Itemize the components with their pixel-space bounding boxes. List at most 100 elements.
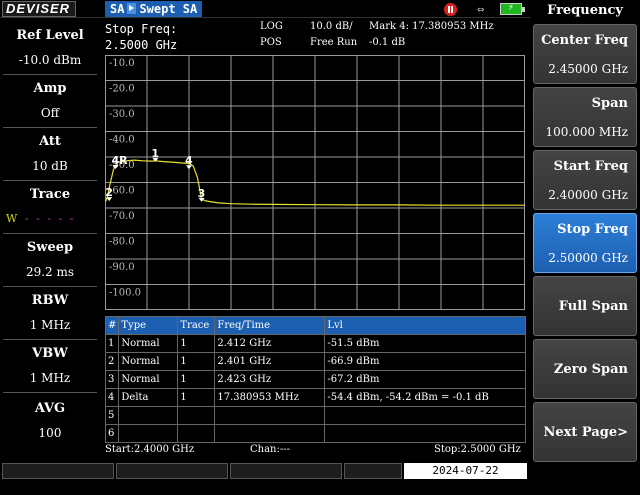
zero-span-button[interactable]: Zero Span [533,339,637,399]
marker-cell: 2 [104,352,120,371]
y-tick-label: -100.0 [109,288,141,299]
span-button[interactable]: Span 100.000 MHz [533,87,637,147]
stop-freq-button[interactable]: Stop Freq 2.50000 GHz [533,213,637,273]
divider [3,180,97,181]
marker-cell [324,406,526,425]
softkey-label: Full Span [558,299,628,314]
ref-level-label: Ref Level [16,28,84,43]
sweep-value: 29.2 ms [25,265,75,279]
charging-bolt-icon: ⚡ [508,2,515,13]
divider [3,127,97,128]
marker-row[interactable]: 2 Normal 1 2.401 GHz -66.9 dBm [104,352,526,371]
marker-cell [214,406,326,425]
amp-value: Off [40,106,60,120]
marker-cell: Normal [118,370,179,389]
marker-row[interactable]: 3 Normal 1 2.423 GHz -67.2 dBm [104,370,526,389]
marker-row[interactable]: 4 Delta 1 17.380953 MHz -54.4 dBm, -54.2 dBm… [104,388,526,407]
col-header: # [104,316,120,335]
full-span-button[interactable]: Full Span [533,276,637,336]
col-header: Type [118,316,179,335]
marker-4R-label: 4R [112,154,129,167]
marker-cell [177,406,216,425]
col-header: Freq/Time [214,316,326,335]
marker-cell: 1 [177,370,216,389]
marker-table-header: # Type Trace Freq/Time Lvl [104,316,526,335]
marker-table: # Type Trace Freq/Time Lvl 1 Normal 1 2.412… [104,316,526,443]
sweep-label: Sweep [26,240,74,255]
trace-label: Trace [29,187,71,202]
divider [3,392,97,393]
marker-cell [118,406,179,425]
channel: Chan:--- [250,444,290,455]
softkey-value: 100.000 MHz [545,125,628,139]
trace-readout[interactable]: Trace W - - - - - [0,187,100,225]
start-frequency: Start:2.4000 GHz [105,444,195,455]
active-parameter: Stop Freq: 2.5000 GHz [105,21,177,53]
divider [3,339,97,340]
chevron-right-icon [127,3,137,14]
softkey-label: Next Page> [543,425,628,440]
pause-icon[interactable] [444,3,457,16]
att-label: Att [39,134,61,149]
softkey-value: 2.45000 GHz [548,62,628,76]
divider [3,286,97,287]
marker-cell: -54.4 dBm, -54.2 dBm = -0.1 dB [324,388,526,407]
amp-label: Amp [33,81,67,96]
marker-row[interactable]: 5 [104,406,526,425]
marker-3-label: 3 [198,187,206,200]
rbw-readout[interactable]: RBW 1 MHz [0,293,100,332]
spectrum-graticule: -10.0-20.0-30.0-40.0-50.0-60.0-70.0-80.0… [105,55,525,310]
vbw-label: VBW [32,346,68,361]
marker-readout: Mark 4: 17.380953 MHz [369,21,494,32]
marker-cell: 6 [104,424,120,443]
marker-cell: 17.380953 MHz [214,388,326,407]
avg-label: AVG [34,401,66,416]
avg-readout[interactable]: AVG 100 [0,401,100,440]
y-tick-label: -10.0 [109,58,135,69]
start-freq-button[interactable]: Start Freq 2.40000 GHz [533,150,637,210]
softkey-label: Center Freq [541,33,628,48]
softkey-label: Start Freq [553,159,628,174]
marker-cell: Normal [118,334,179,353]
marker-row[interactable]: 6 [104,424,526,443]
next-page-button[interactable]: Next Page> [533,402,637,462]
y-tick-label: -40.0 [109,135,135,146]
usb-icon: ⇔ [477,2,485,16]
y-tick-label: -30.0 [109,109,135,120]
softkey-menu: Frequency Center Freq 2.45000 GHz Span 1… [530,0,640,480]
marker-cell: -67.2 dBm [324,370,526,389]
marker-cell: 5 [104,406,120,425]
mode-tab-swept-sa[interactable]: Swept SA [139,2,197,16]
marker-cell: 2.401 GHz [214,352,326,371]
ref-level-readout[interactable]: Ref Level -10.0 dBm [0,28,100,67]
left-parameter-panel: Ref Level -10.0 dBm Amp Off Att 10 dB Tr… [0,18,100,462]
status-cell [2,463,114,479]
sweep-readout[interactable]: Sweep 29.2 ms [0,240,100,279]
mode-tab-sa[interactable]: SA [110,2,124,16]
spectrum-plot[interactable]: -10.0 -20.0 -30.0 -40.0 -50.0 -60.0 -70.0 -80.0… [105,55,525,310]
marker-cell: Delta [118,388,179,407]
att-readout[interactable]: Att 10 dB [0,134,100,173]
marker-cell: 1 [177,388,216,407]
marker-1-label: 1 [151,147,159,160]
y-tick-label: -90.0 [109,262,135,273]
marker-cell: -66.9 dBm [324,352,526,371]
ref-level-value: -10.0 dBm [18,53,82,67]
trace-state-indicator: W - - - - - [6,212,76,225]
amp-readout[interactable]: Amp Off [0,81,100,120]
date-time: 2024-07-22 19:10:38 [404,463,527,493]
center-freq-button[interactable]: Center Freq 2.45000 GHz [533,24,637,84]
stop-frequency: Stop:2.5000 GHz [434,444,521,455]
mode-tab[interactable]: SA Swept SA [105,1,203,17]
marker-cell: -51.5 dBm [324,334,526,353]
status-cell [116,463,228,479]
marker-row[interactable]: 1 Normal 1 2.412 GHz -51.5 dBm [104,334,526,353]
battery-charging-icon: ⚡ [500,2,525,15]
marker-cell: 1 [104,334,120,353]
y-tick-label: -80.0 [109,237,135,248]
marker-cell [118,424,179,443]
vbw-readout[interactable]: VBW 1 MHz [0,346,100,385]
y-tick-label: -20.0 [109,84,135,95]
marker-cell: 2.412 GHz [214,334,326,353]
top-bar: DEVISER SA Swept SA ⇔ ⚡ [0,0,530,18]
